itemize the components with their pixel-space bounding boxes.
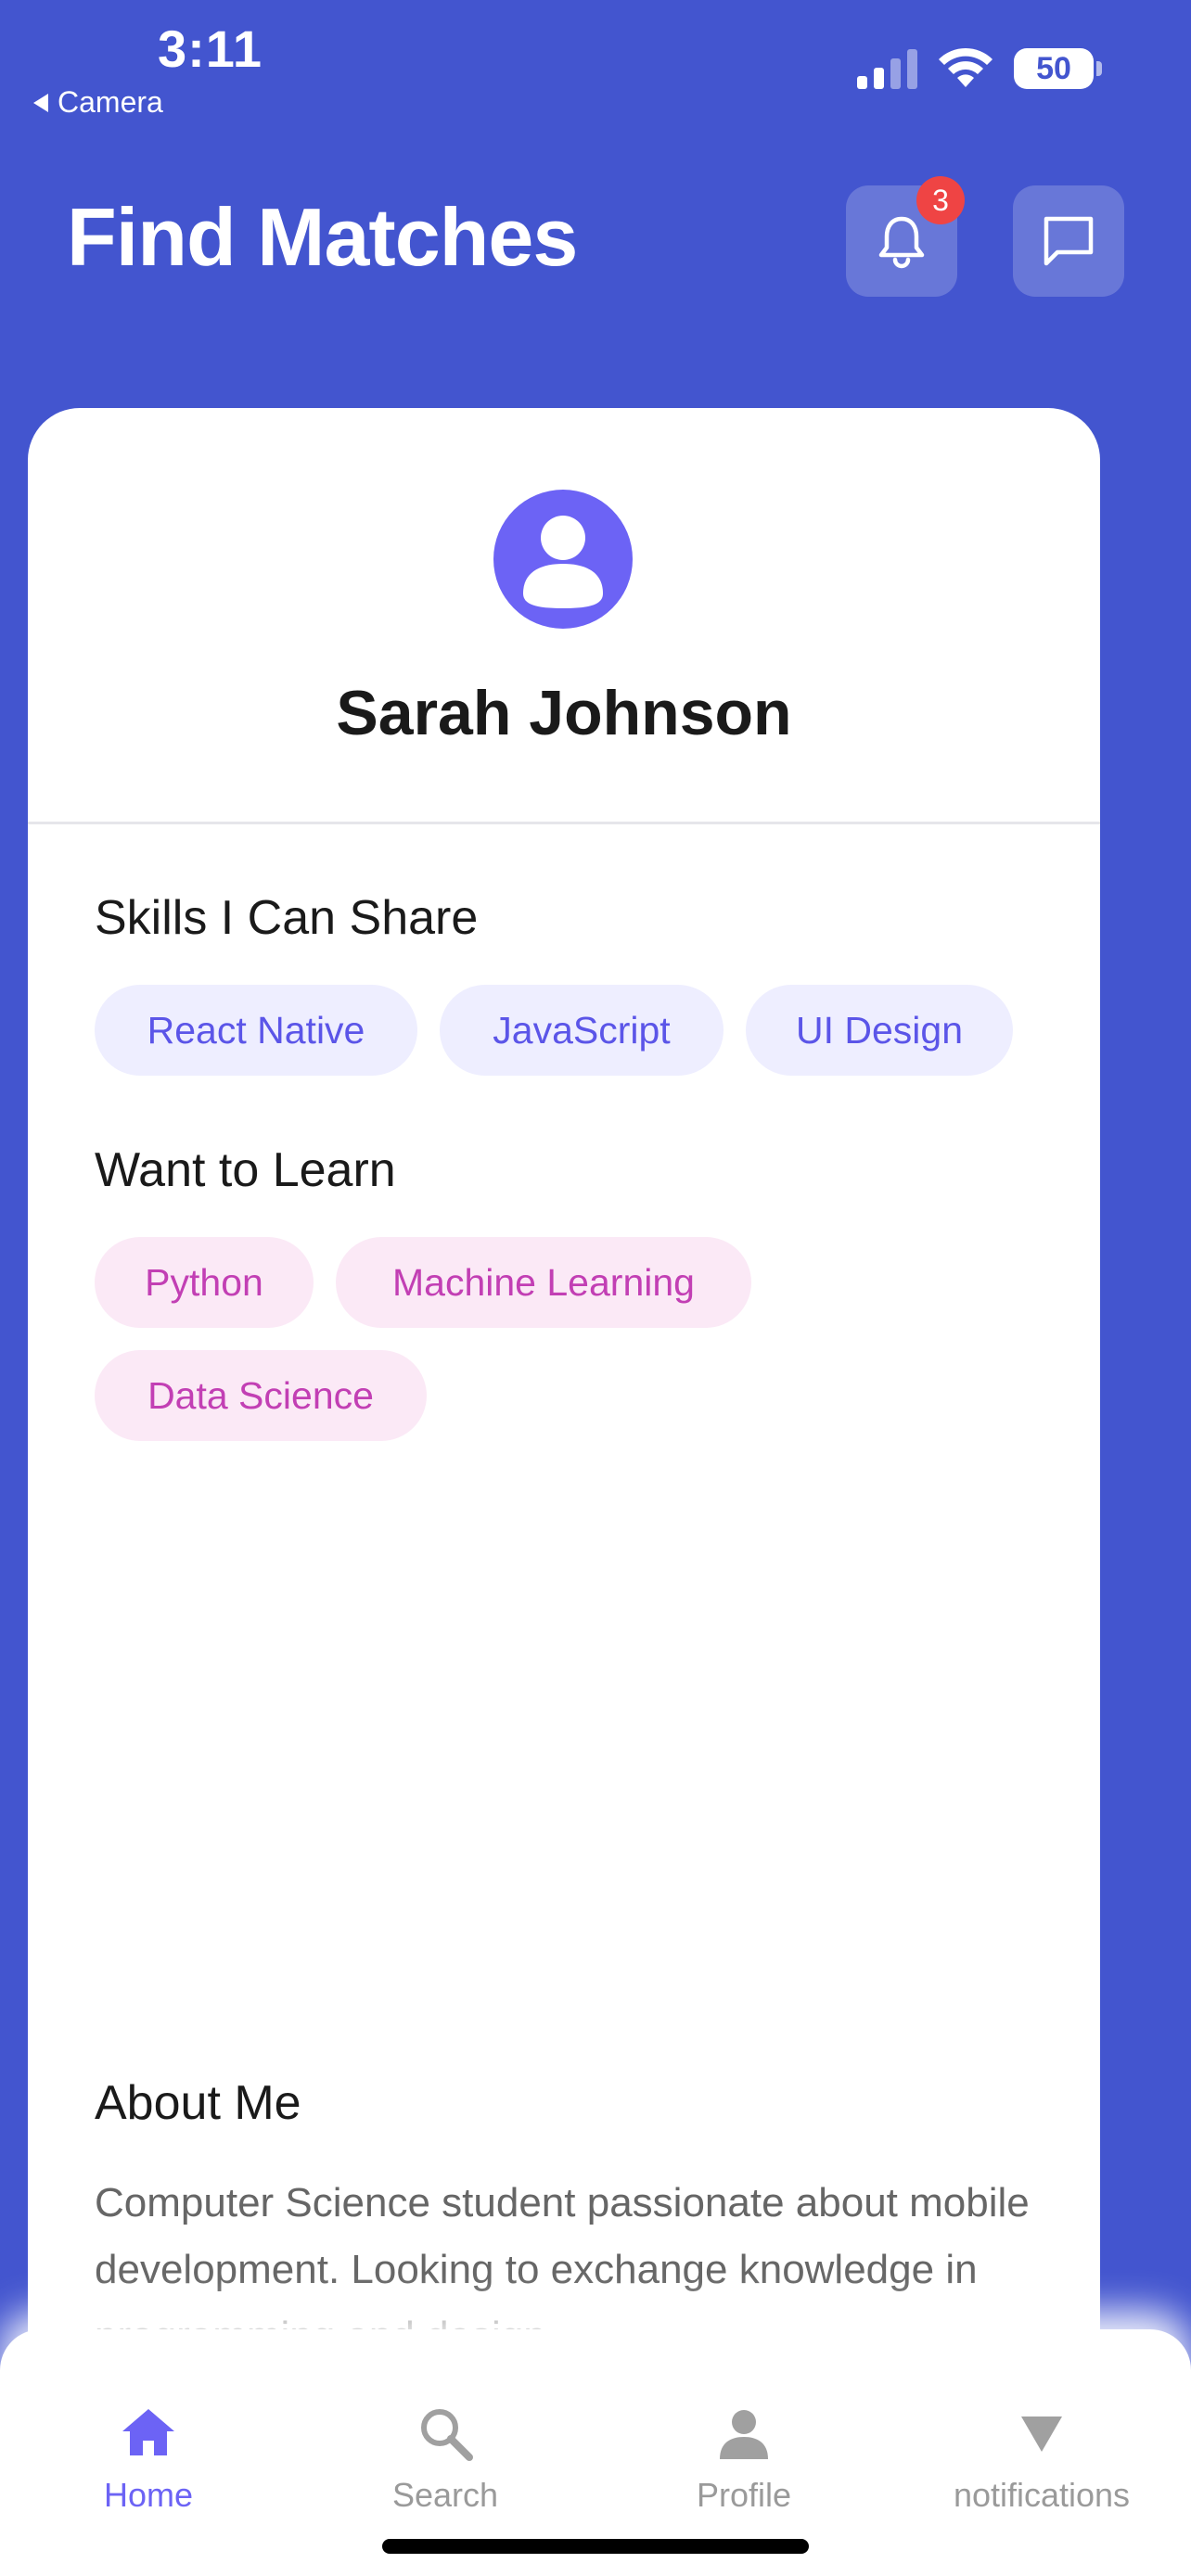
status-time: 3:11	[158, 19, 263, 78]
skill-chip[interactable]: React Native	[95, 985, 417, 1076]
divider	[28, 822, 1100, 824]
avatar	[493, 490, 633, 629]
cellular-signal-icon	[857, 49, 917, 89]
skills-learn-heading: Want to Learn	[95, 1143, 396, 1197]
battery-icon: 50	[1014, 48, 1094, 89]
learn-chip[interactable]: Python	[95, 1237, 314, 1328]
learn-chip[interactable]: Data Science	[95, 1350, 427, 1441]
back-app-label: Camera	[58, 85, 163, 119]
tab-profile[interactable]: Profile	[596, 2404, 892, 2515]
back-arrow-icon	[33, 93, 48, 112]
profile-name: Sarah Johnson	[336, 678, 792, 748]
notification-count-badge: 3	[916, 176, 965, 224]
learn-chip[interactable]: Machine Learning	[336, 1237, 751, 1328]
person-icon	[720, 2410, 768, 2459]
bell-icon	[878, 216, 925, 269]
triangle-down-icon	[1021, 2417, 1062, 2452]
wifi-icon	[939, 47, 992, 87]
screen: 3:11 Camera 50 Find Matches 3 Sarah John…	[0, 0, 1191, 2576]
skill-chip[interactable]: UI Design	[746, 985, 1013, 1076]
tab-label-search: Search	[391, 2476, 499, 2514]
skill-chip[interactable]: JavaScript	[440, 985, 724, 1076]
home-indicator	[382, 2539, 809, 2554]
back-to-app-link[interactable]: Camera	[33, 85, 163, 120]
tab-notifications[interactable]: notifications	[893, 2404, 1190, 2515]
tab-label-notifications: notifications	[953, 2476, 1131, 2514]
tab-search[interactable]: Search	[297, 2404, 594, 2515]
about-heading: About Me	[95, 2076, 301, 2130]
home-icon	[122, 2409, 174, 2455]
person-avatar-icon	[523, 516, 603, 608]
battery-nub	[1096, 61, 1102, 76]
message-icon	[1044, 216, 1094, 266]
tab-label-home: Home	[103, 2476, 194, 2514]
tab-label-profile: Profile	[696, 2476, 792, 2514]
page-title: Find Matches	[67, 191, 578, 283]
search-icon	[421, 2409, 473, 2461]
tab-home[interactable]: Home	[0, 2404, 297, 2515]
messages-button[interactable]	[1013, 185, 1124, 297]
skills-share-heading: Skills I Can Share	[95, 891, 479, 945]
